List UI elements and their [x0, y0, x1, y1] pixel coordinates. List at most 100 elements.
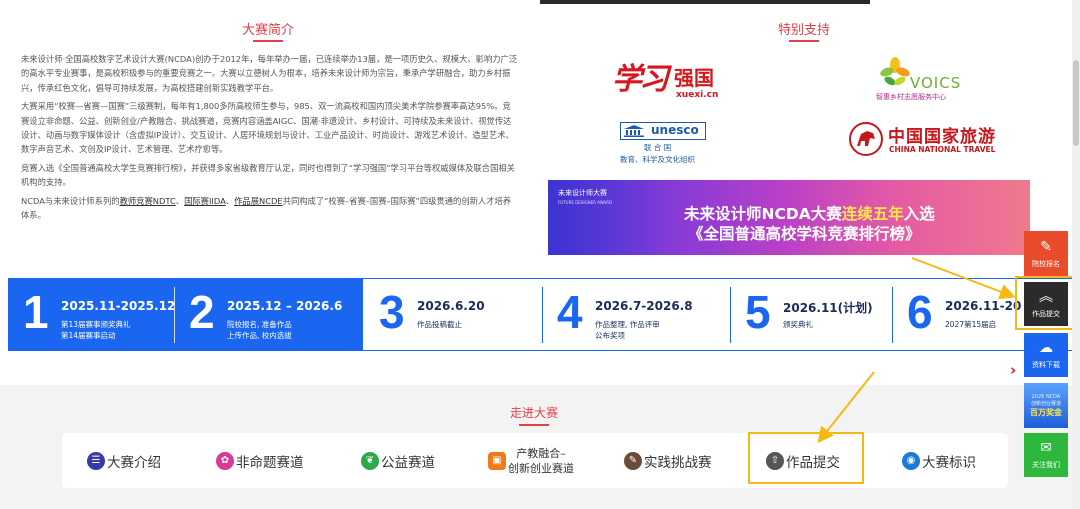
unesco-wordmark: unesco — [651, 123, 699, 137]
step-date: 2025.12 – 2026.6 — [227, 299, 343, 313]
nav-intro[interactable]: ☰ 大赛介绍 — [87, 433, 161, 488]
intro-p4-prefix: NCDA与未来设计师系列的 — [21, 195, 120, 206]
intro-paragraph-2: 大赛采用“校赛—省赛—国赛”三级赛制，每年有1,800多所高校师生参与，985、… — [21, 101, 514, 155]
timeline-step-5: 5 2026.11(计划) 颁奖典礼 — [731, 279, 893, 350]
step-number: 2 — [189, 286, 215, 338]
step-desc: 院校报名, 准备作品 上传作品, 校内选拔 — [227, 319, 292, 341]
float-label: 关注我们 — [1032, 461, 1060, 469]
wrench-icon: ✎ — [624, 451, 642, 470]
nav-label: 产教融合– 创新创业赛道 — [508, 446, 574, 476]
nav-public-welfare-track[interactable]: ❦ 公益赛道 — [361, 433, 435, 488]
step-desc: 第13届赛事颁奖典礼 第14届赛事启动 — [61, 319, 131, 341]
cnta-wordmark: 中国国家旅游 — [888, 127, 996, 147]
step-desc-line2: 公布奖项 — [595, 331, 625, 340]
nav-label-line2: 创新创业赛道 — [508, 461, 574, 475]
timeline: 1 2025.11-2025.12 第13届赛事颁奖典礼 第14届赛事启动 2 2… — [8, 278, 1080, 351]
highlight-box-work-submission — [748, 432, 864, 484]
float-download[interactable]: ☁ 资料下载 — [1024, 333, 1068, 377]
step-desc-line1: 作品投稿截止 — [417, 320, 462, 329]
float-label: 资料下载 — [1032, 361, 1060, 369]
cloud-download-icon: ☁ — [1039, 340, 1053, 356]
top-strip — [0, 0, 1080, 4]
bottom-title: 走进大赛 — [494, 404, 574, 426]
step-desc: 2027第15届启 — [945, 319, 996, 330]
xxqg-wordmark: 强国 — [674, 66, 714, 90]
link-ndtc[interactable]: 教师竞赛NDTC — [120, 196, 176, 206]
step-number: 6 — [907, 286, 933, 338]
leaf-icon — [880, 57, 910, 86]
briefcase-icon: ▣ — [488, 451, 506, 470]
unesco-frame: unesco — [620, 122, 706, 140]
intro-sep: 、 — [175, 195, 185, 206]
nav-non-topic-track[interactable]: ✿ 非命题赛道 — [216, 433, 304, 488]
document-icon: ☰ — [87, 451, 105, 470]
promo-line2: 创新创业赛道 — [1030, 400, 1061, 407]
banner-logo-text: 未来设计师大赛 — [558, 189, 607, 197]
intro-paragraph-1: 未来设计师·全国高校数字艺术设计大赛(NCDA)创办于2012年，每年举办一届，… — [21, 54, 518, 93]
voices-wordmark: VOICS — [910, 74, 962, 92]
step-number: 3 — [379, 286, 405, 338]
support-title: 特别支持 — [736, 19, 872, 42]
nav-label: 非命题赛道 — [236, 454, 304, 471]
step-desc-line1: 院校报名, 准备作品 — [227, 320, 292, 329]
step-number: 5 — [745, 286, 771, 338]
float-promo-innovation[interactable]: 2026 NCDA 创新创业赛道 百万奖金 — [1024, 383, 1068, 428]
leaf-icon: ❦ — [361, 451, 379, 470]
banner-subline: 《全国普通高校学科竞赛排行榜》 — [688, 225, 921, 243]
timeline-step-4: 4 2026.7-2026.8 作品整理, 作品评审 公布奖项 — [543, 279, 731, 350]
timeline-step-3: 3 2026.6.20 作品投稿截止 — [365, 279, 543, 350]
temple-icon — [624, 125, 644, 137]
nav-practice-challenge[interactable]: ✎ 实践挑战赛 — [624, 433, 712, 488]
banner-line1-pre: 未来设计师NCDA大赛 — [684, 205, 842, 223]
step-number: 1 — [23, 286, 49, 338]
scrollbar-thumb[interactable] — [1073, 60, 1079, 146]
step-date: 2026.11(计划) — [783, 301, 873, 315]
step-date: 2026.7-2026.8 — [595, 299, 693, 313]
banner-headline: 未来设计师NCDA大赛连续五年入选 — [684, 202, 935, 224]
step-date: 2025.11-2025.12 — [61, 299, 176, 313]
voices-logo[interactable]: VOICS 智惠乡村志愿服务中心 — [872, 52, 972, 104]
float-school-signup[interactable]: ✎ 院校报名 — [1024, 231, 1068, 277]
intro-title: 大赛简介 — [200, 19, 336, 42]
unesco-logo[interactable]: unesco 联 合 国 教育、科学及文化组织 — [620, 120, 730, 166]
palette-icon: ✿ — [216, 451, 234, 470]
nav-competition-logo[interactable]: ◉ 大赛标识 — [902, 433, 976, 488]
pencil-icon: ✎ — [1040, 239, 1052, 255]
link-iida[interactable]: 国际赛IIDA — [184, 196, 226, 206]
timeline-step-2: 2 2025.12 – 2026.6 院校报名, 准备作品 上传作品, 校内选拔 — [175, 279, 363, 350]
chevron-right-icon[interactable]: › — [1010, 361, 1016, 379]
highlight-box-float-submit — [1015, 276, 1077, 330]
voices-subtitle: 智惠乡村志愿服务中心 — [876, 93, 946, 101]
step-desc-line1: 第13届赛事颁奖典礼 — [61, 320, 131, 329]
xuexiqiangguo-logo[interactable]: 学习 强国 xuexi.cn — [612, 54, 722, 104]
timeline-step-6: 6 2026.11-20 2027第15届启 — [893, 279, 1023, 350]
xxqg-calligraphy: 学习 — [612, 62, 669, 97]
eye-icon: ◉ — [902, 451, 920, 470]
step-desc-line2: 上传作品, 校内选拔 — [227, 331, 292, 340]
step-desc-line2: 第14届赛事启动 — [61, 331, 116, 340]
step-desc-line1: 作品整理, 作品评审 — [595, 320, 660, 329]
nav-label: 大赛介绍 — [107, 454, 161, 471]
banner-logo-sub: FUTURE DESIGNER AWARD — [558, 200, 613, 205]
step-date: 2026.6.20 — [417, 299, 485, 313]
intro-sep: 、 — [225, 195, 235, 206]
china-national-travel-logo[interactable]: 中国国家旅游 CHINA NATIONAL TRAVEL — [848, 122, 1008, 158]
horse-emblem-icon — [849, 122, 883, 156]
step-desc: 作品投稿截止 — [417, 319, 462, 330]
step-date: 2026.11-20 — [945, 299, 1022, 313]
link-ncde[interactable]: 作品展NCDE — [234, 196, 283, 206]
ranking-banner[interactable]: 未来设计师大赛 FUTURE DESIGNER AWARD 未来设计师NCDA大… — [548, 180, 1030, 255]
nav-innovation-track[interactable]: ▣ 产教融合– 创新创业赛道 — [488, 433, 574, 488]
step-desc: 作品整理, 作品评审 公布奖项 — [595, 319, 660, 341]
unesco-cn-line1: 联 合 国 — [644, 143, 672, 152]
promo-line3: 百万奖金 — [1030, 407, 1062, 417]
intro-paragraph-3: 竞赛入选《全国普通高校大学生竞赛排行榜》，并获得多家省级教育厅认定，同时也得到了… — [21, 162, 515, 188]
xxqg-url: xuexi.cn — [676, 90, 719, 100]
nav-label: 大赛标识 — [922, 454, 976, 471]
nav-label-line1: 产教融合– — [516, 446, 566, 460]
step-number: 4 — [557, 286, 583, 338]
intro-paragraph-4: NCDA与未来设计师系列的教师竞赛NDTC、国际赛IIDA、作品展NCDE共同构… — [21, 194, 519, 223]
step-desc-line1: 2027第15届启 — [945, 320, 997, 329]
intro-text: 未来设计师·全国高校数字艺术设计大赛(NCDA)创办于2012年，每年举办一届，… — [21, 52, 519, 226]
float-follow-us[interactable]: ✉ 关注我们 — [1024, 433, 1068, 477]
